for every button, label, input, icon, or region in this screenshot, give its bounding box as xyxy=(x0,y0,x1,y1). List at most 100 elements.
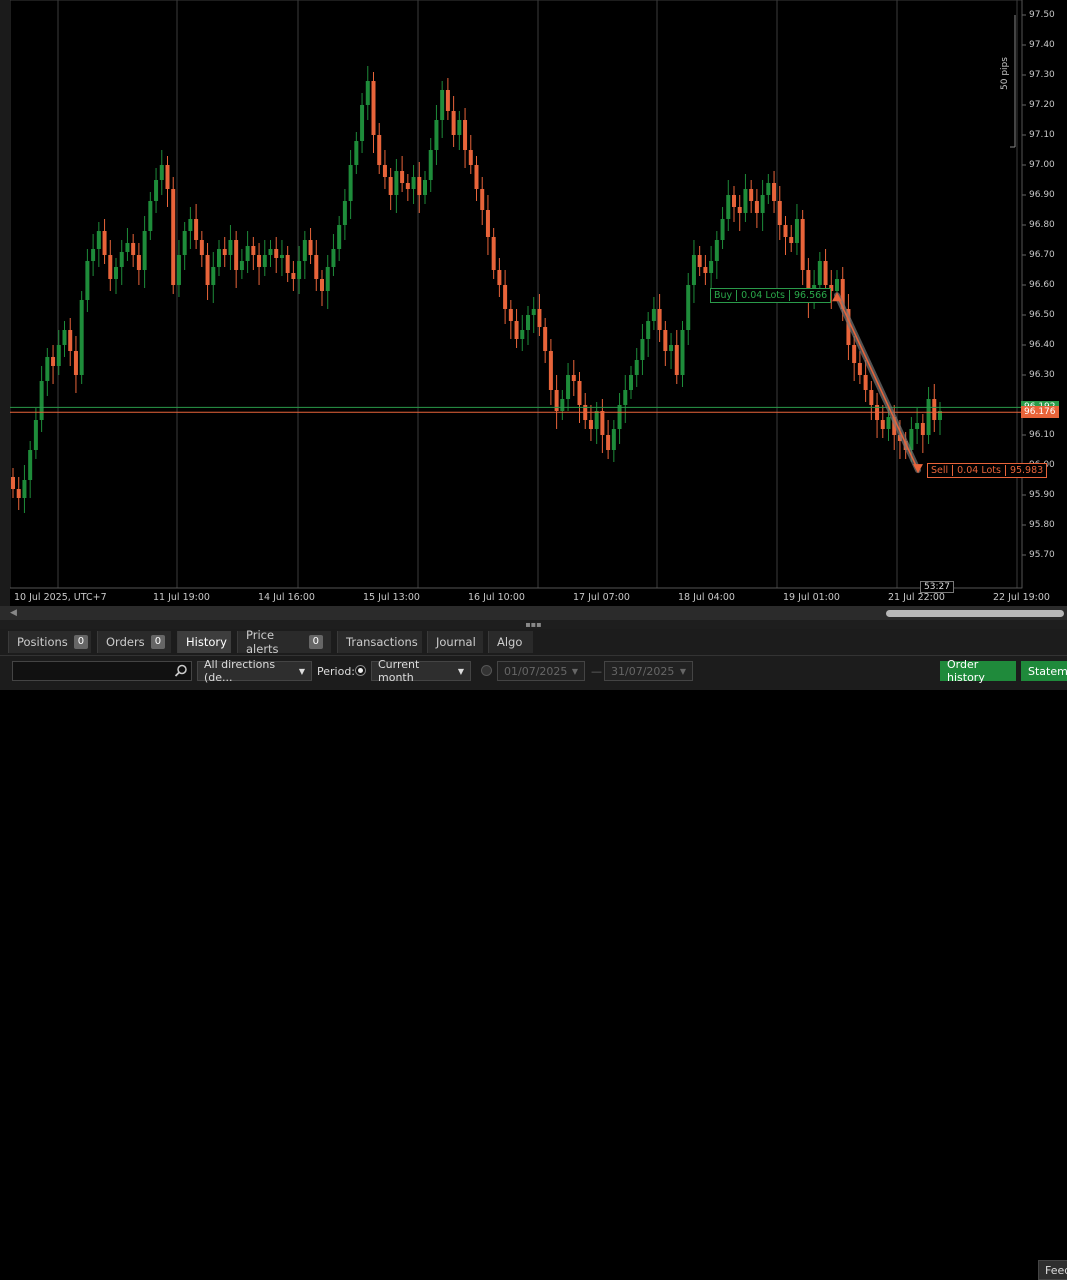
chevron-down-icon: ▼ xyxy=(457,666,464,676)
candle-body xyxy=(474,165,479,189)
candle-body xyxy=(640,339,645,360)
candle-body xyxy=(297,261,302,279)
candle-body xyxy=(257,255,262,267)
candle-body xyxy=(823,261,828,285)
candle-body xyxy=(291,273,296,279)
price-tick-label: 97.30 xyxy=(1029,70,1055,80)
scroll-left-icon[interactable]: ◀ xyxy=(10,608,17,618)
candle-body xyxy=(114,267,118,279)
tab-history[interactable]: History xyxy=(177,631,231,653)
candle-body xyxy=(743,189,748,213)
candle-body xyxy=(211,267,216,285)
price-chart[interactable]: 97.50 97.40 97.30 97.20 97.10 97.00 96.90 96.80… xyxy=(0,0,1067,606)
buy-trade-label[interactable]: Buy 0.04 Lots 96.566 xyxy=(710,288,832,303)
candle-body xyxy=(382,165,387,177)
time-tick-label: 11 Jul 19:00 xyxy=(153,592,210,603)
candle-body xyxy=(480,189,485,210)
panel-splitter[interactable]: ▪▪▪ xyxy=(0,620,1067,629)
candle-body xyxy=(932,399,937,420)
chart-horizontal-scrollbar[interactable]: ◀ xyxy=(0,606,1067,620)
candle-body xyxy=(926,399,931,435)
time-tick-label: 22 Jul 19:00 xyxy=(993,592,1050,603)
date-range-radio[interactable] xyxy=(481,665,492,676)
candle-body xyxy=(434,120,439,150)
candle-body xyxy=(91,249,96,261)
candle-body xyxy=(159,165,164,180)
period-radio[interactable] xyxy=(355,665,366,676)
chart-canvas[interactable] xyxy=(0,0,1067,606)
date-from-select[interactable]: 01/07/2025 ▼ xyxy=(497,661,585,681)
sell-side: Sell xyxy=(931,465,949,476)
price-tick-label: 95.80 xyxy=(1029,520,1055,530)
candle-body xyxy=(617,405,622,429)
candle-body xyxy=(423,180,427,195)
chevron-down-icon: ▼ xyxy=(679,666,686,676)
time-tick-label: 18 Jul 04:00 xyxy=(678,592,735,603)
price-alerts-count-badge: 0 xyxy=(308,635,323,649)
tab-positions[interactable]: Positions 0 xyxy=(8,631,91,653)
candle-body xyxy=(33,420,38,450)
date-to-value: 31/07/2025 xyxy=(611,664,675,678)
period-select[interactable]: Current month ▼ xyxy=(371,658,471,684)
candle-body xyxy=(245,246,250,261)
statement-button[interactable]: Stateme xyxy=(1021,661,1067,681)
candle-body xyxy=(457,120,462,135)
candle-body xyxy=(108,255,113,279)
price-tick-label: 96.50 xyxy=(1029,310,1055,320)
feed-button[interactable]: Feed xyxy=(1038,1260,1067,1280)
scale-label: 50 pips xyxy=(1000,57,1010,90)
candle-body xyxy=(720,219,725,240)
tab-transactions[interactable]: Transactions xyxy=(337,631,422,653)
sell-trade-label[interactable]: Sell 0.04 Lots 95.983 xyxy=(927,463,1048,478)
candle-body xyxy=(754,201,759,213)
candle-body xyxy=(657,309,662,330)
sell-price: 95.983 xyxy=(1004,465,1043,476)
candle-body xyxy=(51,357,56,366)
search-icon xyxy=(174,664,187,677)
price-tick-label: 96.80 xyxy=(1029,220,1055,230)
candle-body xyxy=(548,351,553,390)
candle-body xyxy=(136,255,141,270)
candle-body xyxy=(308,240,313,255)
candle-body xyxy=(320,279,324,291)
candle-body xyxy=(79,300,84,375)
tab-orders[interactable]: Orders 0 xyxy=(97,631,171,653)
candle-body xyxy=(154,180,159,201)
tab-price-alerts[interactable]: Price alerts 0 xyxy=(237,628,331,656)
candle-body xyxy=(142,231,147,270)
candle-body xyxy=(852,345,857,363)
candle-body xyxy=(634,360,639,375)
candle-body xyxy=(445,90,450,111)
tab-algo[interactable]: Algo xyxy=(488,631,533,653)
candle-body xyxy=(199,240,204,255)
candle-body xyxy=(669,345,674,351)
candle-body xyxy=(817,261,822,285)
price-tick-label: 97.20 xyxy=(1029,100,1055,110)
candle-body xyxy=(468,150,473,165)
tab-label: Algo xyxy=(497,635,523,649)
candle-body xyxy=(331,249,336,267)
candle-body xyxy=(606,435,611,450)
candle-body xyxy=(886,417,891,429)
scrollbar-thumb[interactable] xyxy=(886,610,1064,617)
candle-body xyxy=(125,243,130,252)
order-history-button[interactable]: Order history xyxy=(940,658,1016,684)
direction-select[interactable]: All directions (de... ▼ xyxy=(197,658,312,684)
sell-lots: 0.04 Lots xyxy=(952,465,1001,476)
date-from-value: 01/07/2025 xyxy=(504,664,568,678)
tab-journal[interactable]: Journal xyxy=(427,631,483,653)
candle-timer: 53:27 xyxy=(920,581,954,593)
candle-body xyxy=(28,450,33,480)
candle-body xyxy=(102,231,107,255)
positions-count-badge: 0 xyxy=(73,635,89,649)
candle-body xyxy=(39,381,44,420)
candle-body xyxy=(451,111,456,135)
candle-body xyxy=(863,375,868,390)
time-tick-label: 21 Jul 22:00 xyxy=(888,592,945,603)
date-to-select[interactable]: 31/07/2025 ▼ xyxy=(604,661,693,681)
candle-body xyxy=(623,390,628,405)
candle-body xyxy=(56,345,61,366)
search-input[interactable] xyxy=(12,661,192,681)
tab-label: Journal xyxy=(436,635,476,649)
candle-body xyxy=(508,309,513,321)
